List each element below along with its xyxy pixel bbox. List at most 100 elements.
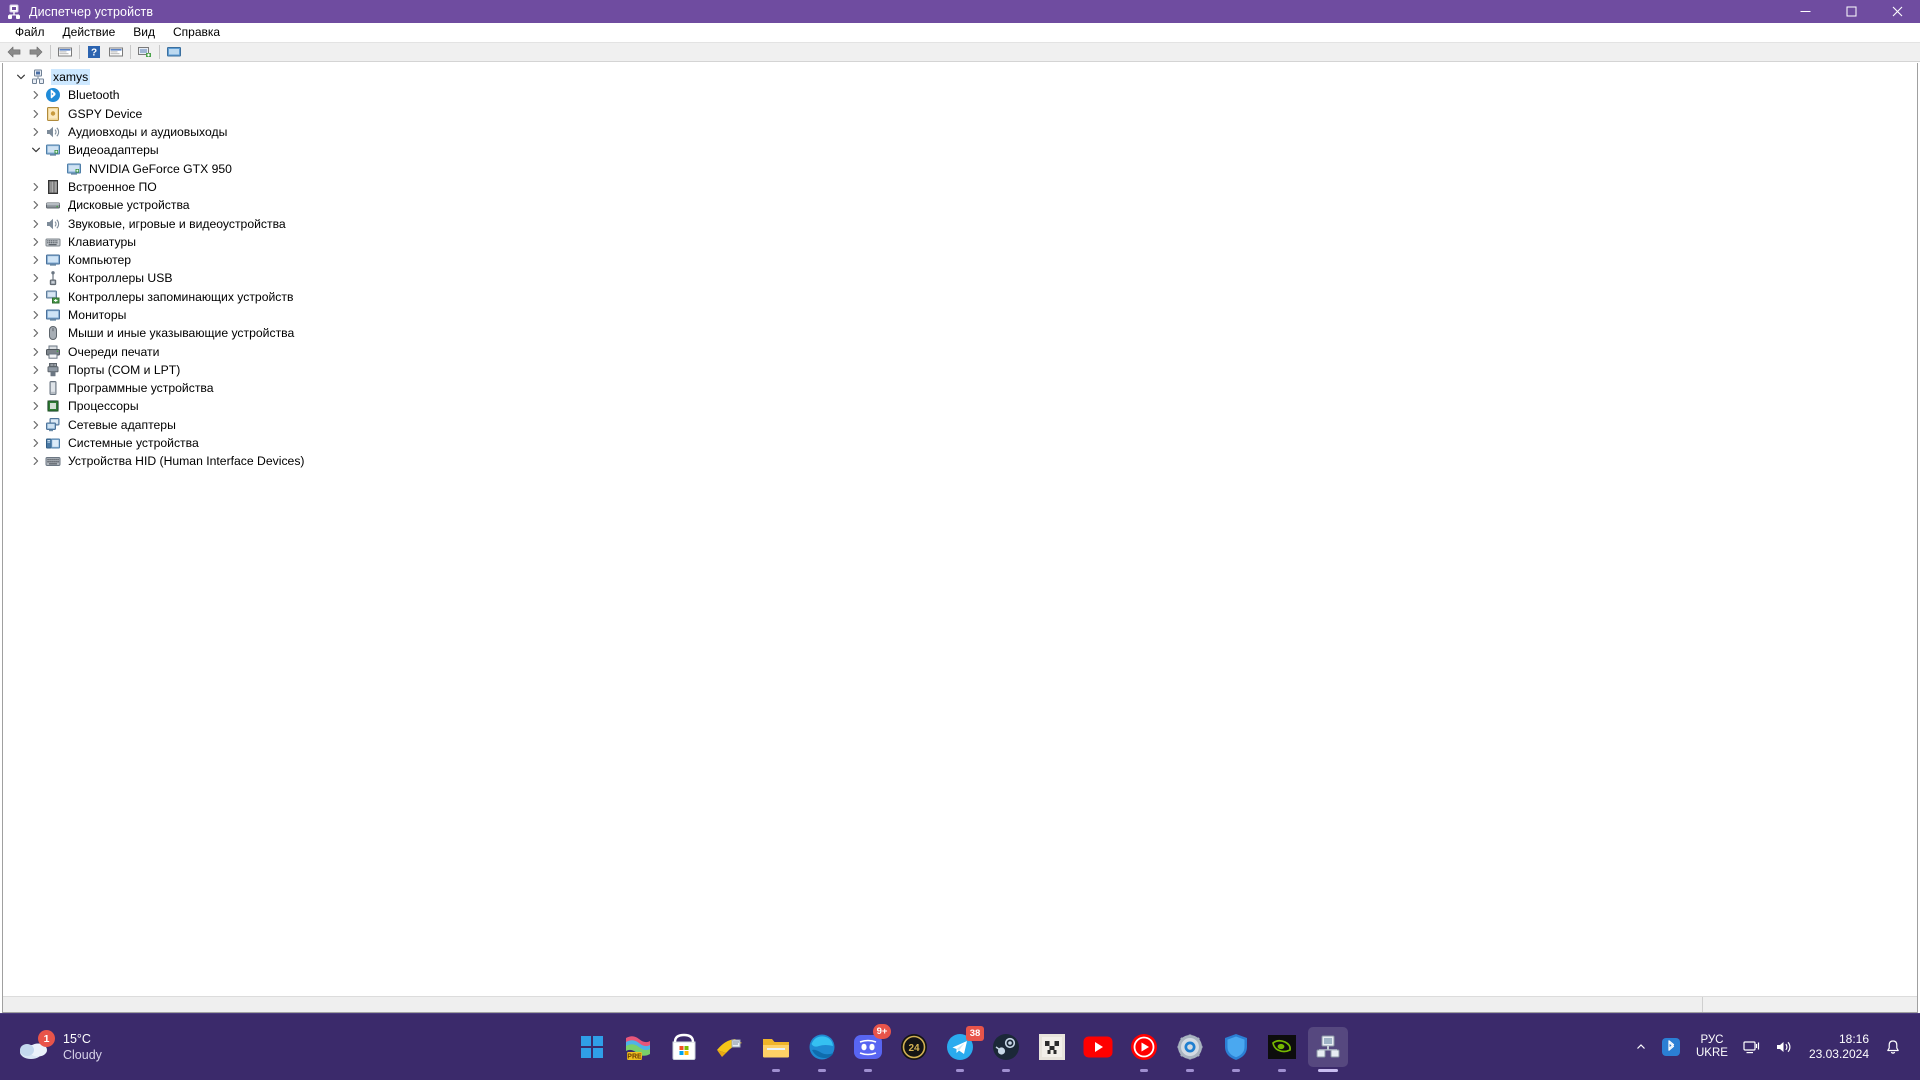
tray-network-icon[interactable] [1736, 1034, 1768, 1060]
start-button[interactable] [572, 1027, 612, 1067]
chevron-down-icon[interactable] [28, 142, 44, 158]
update-driver-icon[interactable] [105, 43, 127, 61]
taskbar-apps: PRE 9+ 24 38 [572, 1024, 1348, 1072]
menu-item-file[interactable]: Файл [6, 24, 54, 40]
settings-icon[interactable] [1170, 1027, 1210, 1072]
chevron-down-icon[interactable] [13, 69, 29, 85]
tree-node[interactable]: Видеоадаптеры [9, 141, 1917, 159]
tree-node[interactable]: Клавиатуры [9, 233, 1917, 251]
tree-node-label: xamys [51, 69, 91, 86]
menu-item-action[interactable]: Действие [54, 24, 125, 40]
chevron-right-icon[interactable] [28, 453, 44, 469]
youtube-icon[interactable] [1078, 1027, 1118, 1067]
device-tree: xamys Bluetooth GSPY Device Аудиовходы и ау… [3, 63, 1917, 471]
tray-volume-icon[interactable] [1768, 1034, 1800, 1060]
chevron-right-icon[interactable] [28, 216, 44, 232]
scan-hardware-icon[interactable] [134, 43, 156, 61]
chevron-right-icon[interactable] [28, 179, 44, 195]
chevron-right-icon[interactable] [28, 289, 44, 305]
tree-node[interactable]: Мыши и иные указывающие устройства [9, 324, 1917, 342]
file-explorer-icon[interactable] [756, 1027, 796, 1072]
help-icon[interactable]: ? [83, 43, 105, 61]
paint-icon[interactable] [710, 1027, 750, 1067]
chevron-right-icon[interactable] [28, 234, 44, 250]
system-device-icon [45, 435, 61, 451]
chevron-right-icon[interactable] [28, 325, 44, 341]
forward-arrow-icon[interactable] [25, 43, 47, 61]
tree-node[interactable]: Компьютер [9, 251, 1917, 269]
language-indicator[interactable]: РУС UKRE [1688, 1031, 1736, 1063]
device-tree-pane[interactable]: xamys Bluetooth GSPY Device Аудиовходы и ау… [2, 63, 1918, 1013]
chevron-right-icon[interactable] [28, 106, 44, 122]
window-titlebar[interactable]: Диспетчер устройств [0, 0, 1920, 23]
tree-node[interactable]: Сетевые адаптеры [9, 416, 1917, 434]
maximize-button[interactable] [1828, 0, 1874, 23]
chevron-right-icon[interactable] [28, 87, 44, 103]
chevron-right-icon[interactable] [28, 417, 44, 433]
chevron-right-icon[interactable] [28, 435, 44, 451]
chevron-right-icon[interactable] [28, 124, 44, 140]
tree-node-label: Программные устройства [68, 381, 214, 396]
clock-time: 18:16 [1838, 1032, 1869, 1046]
show-devices-icon[interactable] [163, 43, 185, 61]
menu-item-help[interactable]: Справка [164, 24, 229, 40]
monitor-icon [45, 307, 61, 323]
keyboard-icon [45, 234, 61, 250]
horizontal-scrollbar[interactable] [3, 996, 1917, 1012]
windows-security-icon[interactable] [1216, 1027, 1256, 1072]
weather-widget[interactable]: 1 15°C Cloudy [18, 1030, 102, 1063]
tree-node[interactable]: NVIDIA GeForce GTX 950 [9, 159, 1917, 177]
chevron-right-icon[interactable] [28, 252, 44, 268]
properties-icon[interactable] [54, 43, 76, 61]
tree-node[interactable]: Bluetooth [9, 86, 1917, 104]
chevron-right-icon[interactable] [28, 362, 44, 378]
edge-icon[interactable] [802, 1027, 842, 1072]
toolbar-separator [130, 45, 131, 59]
tree-node[interactable]: xamys [9, 68, 1917, 86]
disk-drive-icon [45, 197, 61, 213]
tree-node[interactable]: Дисковые устройства [9, 196, 1917, 214]
microsoft-store-icon[interactable] [664, 1027, 704, 1067]
tray-bell-icon[interactable] [1878, 1034, 1908, 1061]
clock[interactable]: 18:16 23.03.2024 [1800, 1029, 1878, 1065]
toolbar-separator [50, 45, 51, 59]
tree-node[interactable]: GSPY Device [9, 105, 1917, 123]
close-button[interactable] [1874, 0, 1920, 23]
chevron-right-icon[interactable] [28, 344, 44, 360]
chevron-right-icon[interactable] [28, 380, 44, 396]
tree-node[interactable]: Устройства HID (Human Interface Devices) [9, 452, 1917, 470]
tray-bluetooth-icon[interactable] [1654, 1032, 1688, 1062]
youtube-music-icon[interactable] [1124, 1027, 1164, 1072]
tree-node[interactable]: Встроенное ПО [9, 178, 1917, 196]
tree-node[interactable]: Очереди печати [9, 342, 1917, 360]
minecraft-icon[interactable] [1032, 1027, 1072, 1067]
preview-app-icon[interactable]: PRE [618, 1027, 658, 1067]
twentyfour-icon[interactable]: 24 [894, 1027, 934, 1067]
scrollbar-thumb[interactable] [3, 997, 1703, 1012]
chevron-right-icon[interactable] [28, 307, 44, 323]
discord-icon[interactable]: 9+ [848, 1024, 891, 1072]
tree-node[interactable]: Процессоры [9, 397, 1917, 415]
nvidia-icon[interactable] [1262, 1027, 1302, 1072]
app-badge: 9+ [873, 1024, 891, 1039]
tree-node-label: Видеоадаптеры [68, 143, 159, 158]
chevron-right-icon[interactable] [28, 270, 44, 286]
chevron-right-icon[interactable] [28, 398, 44, 414]
tree-node[interactable]: Контроллеры USB [9, 269, 1917, 287]
tree-node[interactable]: Аудиовходы и аудиовыходы [9, 123, 1917, 141]
tree-node[interactable]: Звуковые, игровые и видеоустройства [9, 214, 1917, 232]
tree-node[interactable]: Мониторы [9, 306, 1917, 324]
telegram-icon[interactable]: 38 [940, 1026, 984, 1072]
tree-node[interactable]: Программные устройства [9, 379, 1917, 397]
steam-icon[interactable] [986, 1027, 1026, 1072]
taskbar: 1 15°C Cloudy PRE 9+ 24 38 РУС UKRE 18:1… [0, 1013, 1920, 1080]
back-arrow-icon[interactable] [3, 43, 25, 61]
tree-node[interactable]: Порты (COM и LPT) [9, 361, 1917, 379]
tree-node[interactable]: Контроллеры запоминающих устройств [9, 288, 1917, 306]
menu-item-view[interactable]: Вид [124, 24, 164, 40]
minimize-button[interactable] [1782, 0, 1828, 23]
tray-chevron-up-icon[interactable] [1628, 1036, 1654, 1058]
tree-node[interactable]: Системные устройства [9, 434, 1917, 452]
chevron-right-icon[interactable] [28, 197, 44, 213]
device-manager-taskbar-icon[interactable] [1308, 1027, 1348, 1072]
